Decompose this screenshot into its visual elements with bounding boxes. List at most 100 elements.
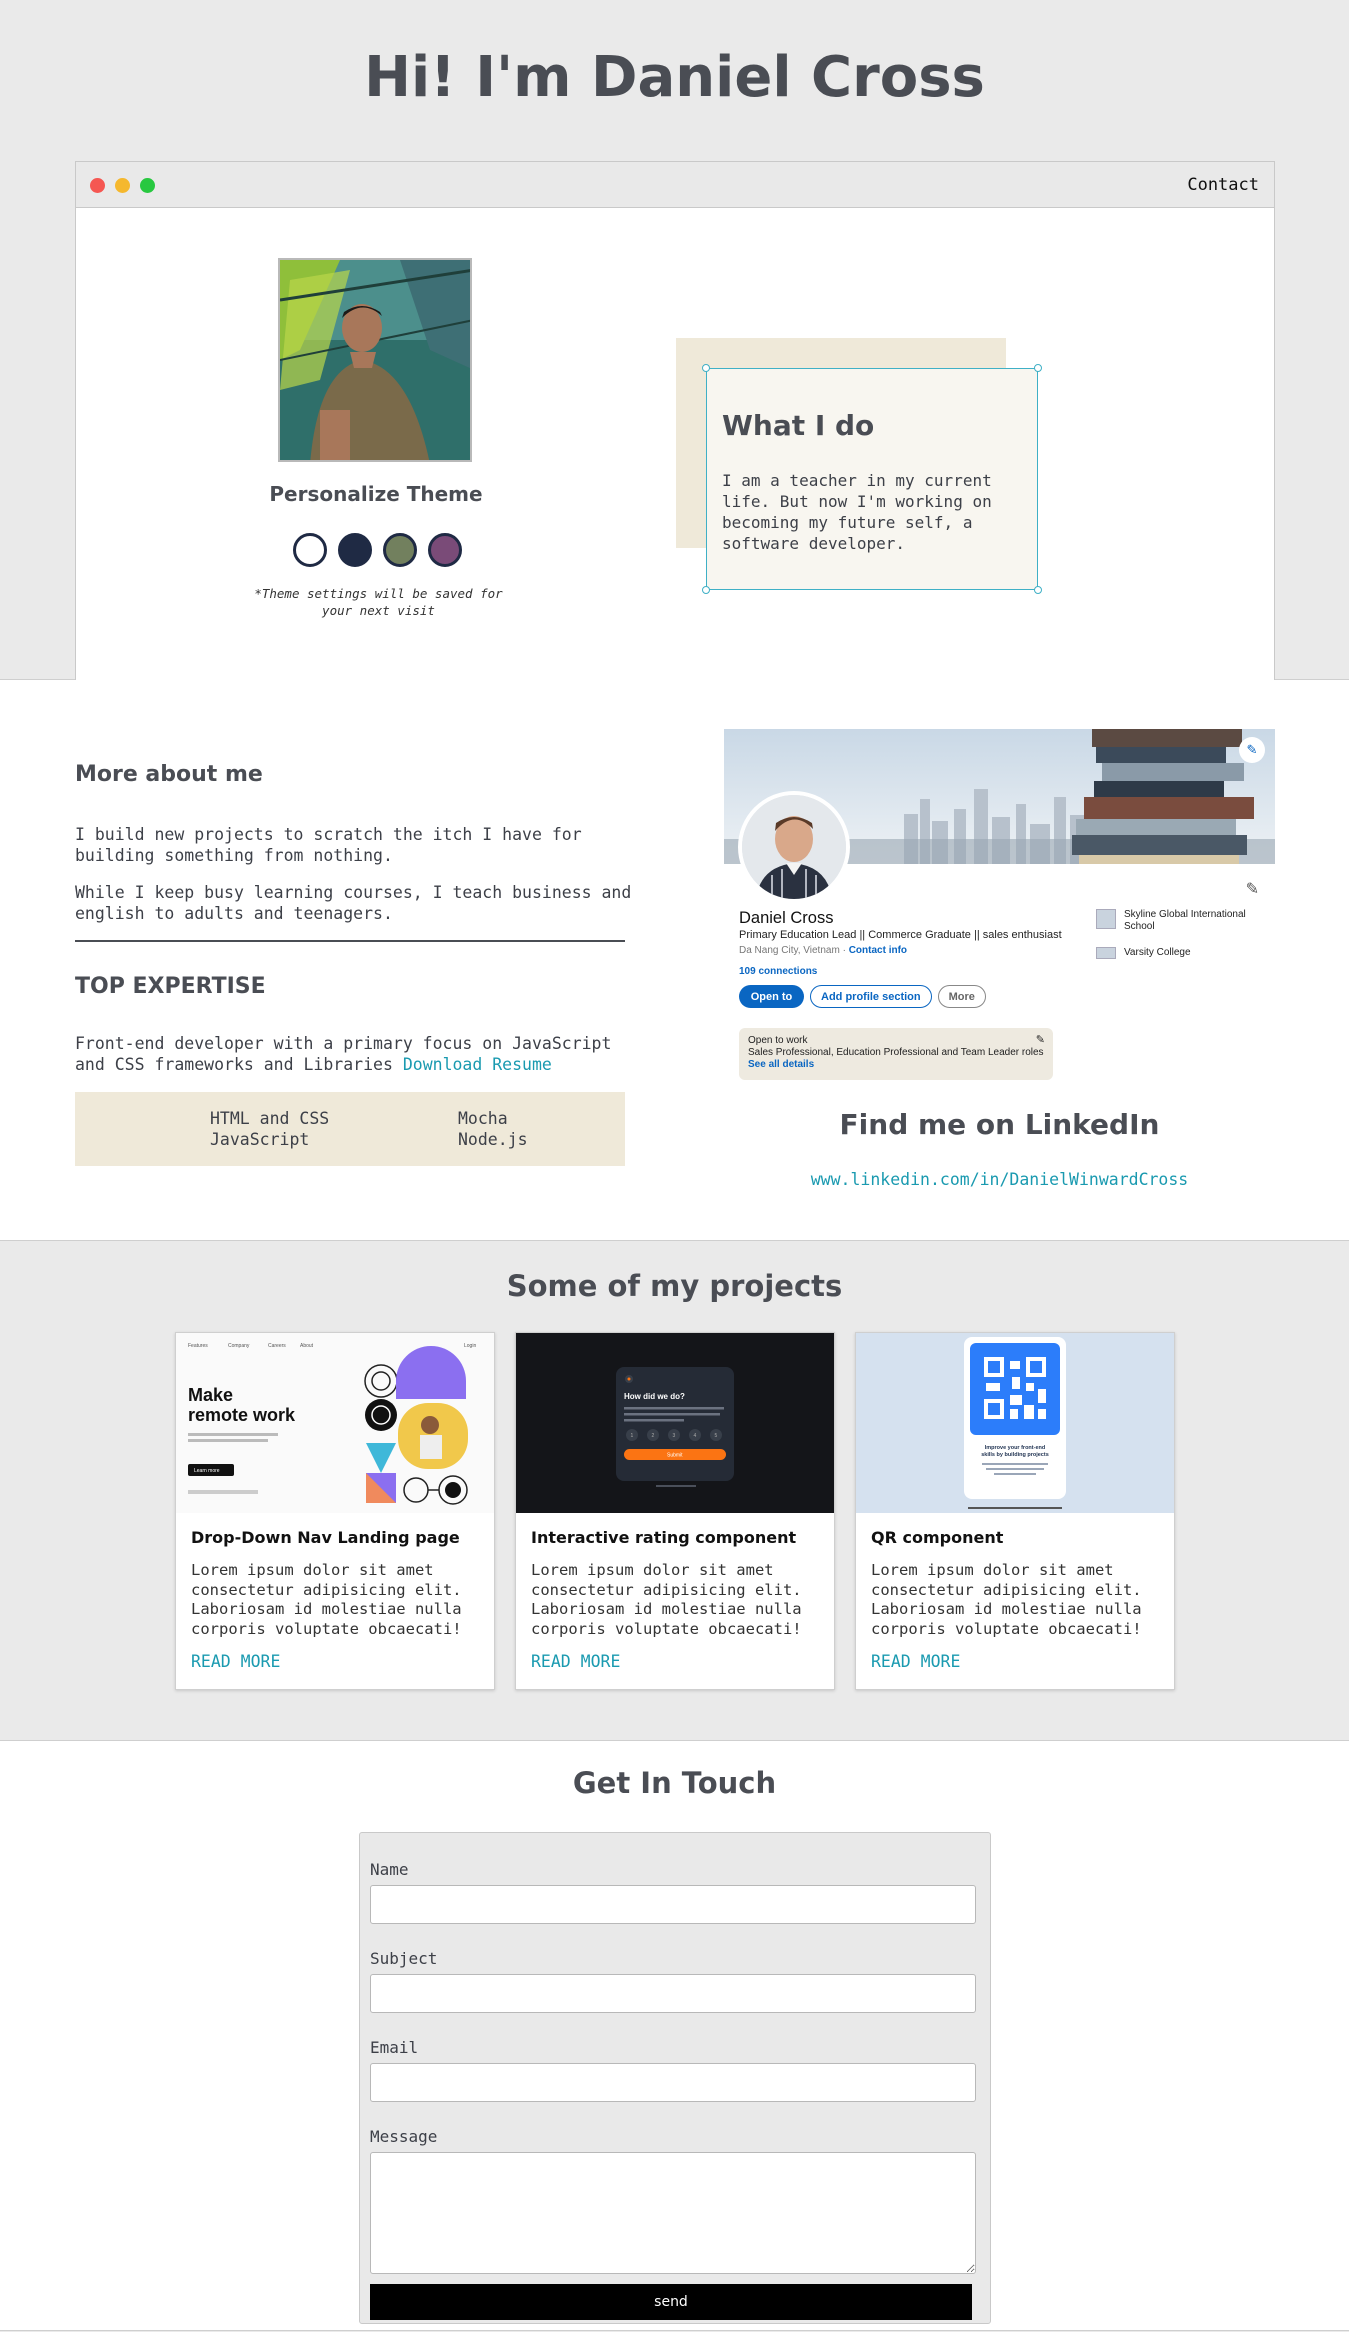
what-i-do-text: I am a teacher in my current life. But n… — [722, 471, 992, 553]
window-maximize-dot — [140, 178, 155, 193]
thumb-nav-item: About — [300, 1343, 314, 1349]
contact-title: Get In Touch — [572, 1766, 777, 1800]
linkedin-location-text: Da Nang City, Vietnam · — [739, 945, 849, 956]
thumb-rating: 3 — [673, 1433, 676, 1439]
theme-swatch-green[interactable] — [383, 533, 417, 567]
org-logo-icon — [1096, 909, 1116, 929]
expertise-title: TOP EXPERTISE — [75, 974, 266, 999]
about-paragraph: While I keep busy learning courses, I te… — [75, 883, 632, 923]
thumb-question: How did we do? — [624, 1392, 685, 1401]
skills-list: HTML and CSS JavaScript Mocha Node.js — [75, 1092, 625, 1166]
name-label: Name — [370, 1860, 409, 1879]
project-card: Improve your front-end skills by buildin… — [855, 1332, 1175, 1690]
name-field[interactable] — [370, 1885, 976, 1924]
project-title: QR component — [871, 1528, 1004, 1547]
personalize-theme-title: Personalize Theme — [269, 482, 483, 506]
project-description: Lorem ipsum dolor sit amet consectetur a… — [531, 1561, 802, 1638]
page-title: Hi! I'm Daniel Cross — [364, 45, 985, 110]
thumb-submit: Submit — [667, 1453, 683, 1459]
email-field[interactable] — [370, 2063, 976, 2102]
about-paragraph: I build new projects to scratch the itch… — [75, 825, 582, 865]
linkedin-org: Varsity College — [1096, 947, 1191, 959]
project-thumbnail[interactable]: Features Company Careers About Login Mak… — [176, 1333, 494, 1513]
resize-handle[interactable] — [1034, 586, 1042, 594]
thumb-headline: Make — [188, 1385, 233, 1405]
expertise-text: Front-end developer with a primary focus… — [75, 1033, 635, 1075]
skills-column: Mocha Node.js — [350, 1108, 625, 1166]
send-button[interactable]: send — [370, 2284, 972, 2320]
read-more-link[interactable]: READ MORE — [191, 1652, 494, 1671]
org-name: Skyline Global International School — [1124, 909, 1246, 932]
thumb-nav-item: Login — [464, 1343, 476, 1349]
theme-swatch-navy[interactable] — [338, 533, 372, 567]
open-to-button[interactable]: Open to — [739, 985, 804, 1008]
intro-section: Hi! I'm Daniel Cross Contact Personalize… — [0, 0, 1349, 680]
project-title: Interactive rating component — [531, 1528, 797, 1547]
linkedin-connections[interactable]: 109 connections — [739, 966, 817, 977]
skill-item: JavaScript — [210, 1130, 310, 1149]
skill-item: HTML and CSS — [210, 1109, 330, 1128]
resize-handle[interactable] — [702, 364, 710, 372]
thumb-rating: 4 — [694, 1433, 697, 1439]
thumb-rating: 5 — [715, 1433, 718, 1439]
window-close-dot — [90, 178, 105, 193]
read-more-link[interactable]: READ MORE — [531, 1652, 834, 1671]
thumb-nav-item: Careers — [268, 1343, 286, 1349]
divider — [75, 940, 625, 942]
pencil-icon[interactable]: ✎ — [1239, 737, 1265, 763]
linkedin-location: Da Nang City, Vietnam · Contact info — [739, 945, 907, 956]
linkedin-avatar — [738, 791, 850, 903]
thumb-headline: remote work — [188, 1405, 296, 1425]
thumb-nav-item: Features — [188, 1343, 208, 1349]
projects-section: Some of my projects Features Company Car… — [0, 1241, 1349, 1741]
browser-window-mockup: Contact Personalize Theme *Theme setting… — [75, 161, 1275, 680]
pencil-icon[interactable]: ✎ — [1036, 1034, 1045, 1046]
linkedin-action-buttons: Open to Add profile section More — [739, 985, 986, 1008]
read-more-link[interactable]: READ MORE — [871, 1652, 1174, 1671]
linkedin-profile-link[interactable]: www.linkedin.com/in/DanielWinwardCross — [724, 1170, 1275, 1189]
theme-swatch-purple[interactable] — [428, 533, 462, 567]
project-description: Lorem ipsum dolor sit amet consectetur a… — [191, 1561, 462, 1638]
resize-handle[interactable] — [1034, 364, 1042, 372]
about-section: More about me I build new projects to sc… — [0, 680, 1349, 1241]
thumb-button-label: Learn more — [194, 1468, 220, 1474]
resize-handle[interactable] — [702, 586, 710, 594]
subject-field[interactable] — [370, 1974, 976, 2013]
contact-nav-link[interactable]: Contact — [1187, 175, 1259, 195]
message-field[interactable] — [370, 2152, 976, 2274]
project-card: Features Company Careers About Login Mak… — [175, 1332, 495, 1690]
add-profile-section-button[interactable]: Add profile section — [810, 985, 932, 1008]
theme-note: *Theme settings will be saved for your n… — [254, 586, 503, 618]
projects-title: Some of my projects — [506, 1269, 843, 1303]
linkedin-profile-screenshot: ✎ ✎ Daniel Cross Primary Education Lead … — [724, 729, 1275, 1081]
org-name: Varsity College — [1124, 947, 1191, 958]
contact-section: Get In Touch Name Subject Email Message … — [0, 1741, 1349, 2331]
org-logo-icon — [1096, 947, 1116, 959]
subject-label: Subject — [370, 1949, 438, 1968]
profile-photo — [278, 258, 472, 462]
project-card: How did we do? 1 2 3 4 5 Submit Interact… — [515, 1332, 835, 1690]
message-label: Message — [370, 2127, 438, 2146]
project-title: Drop-Down Nav Landing page — [191, 1528, 460, 1547]
thumb-caption: skills by building projects — [981, 1452, 1049, 1458]
project-description: Lorem ipsum dolor sit amet consectetur a… — [871, 1561, 1142, 1638]
project-thumbnail[interactable]: How did we do? 1 2 3 4 5 Submit — [516, 1333, 834, 1513]
more-button[interactable]: More — [937, 985, 986, 1008]
theme-swatch-light[interactable] — [293, 533, 327, 567]
contact-form: Name Subject Email Message send — [359, 1832, 991, 2324]
thumb-rating: 1 — [631, 1433, 634, 1439]
thumb-caption: Improve your front-end — [985, 1445, 1046, 1451]
linkedin-section-title: Find me on LinkedIn — [839, 1108, 1160, 1141]
see-all-details-link[interactable]: See all details — [748, 1059, 1044, 1071]
what-i-do-title: What I do — [722, 409, 875, 442]
pencil-icon[interactable]: ✎ — [1246, 879, 1259, 899]
linkedin-contact-info-link[interactable]: Contact info — [849, 945, 907, 956]
skills-column: HTML and CSS JavaScript — [75, 1108, 350, 1166]
thumb-nav-item: Company — [228, 1343, 250, 1349]
project-thumbnail[interactable]: Improve your front-end skills by buildin… — [856, 1333, 1174, 1513]
what-i-do-card: What I do I am a teacher in my current l… — [702, 364, 1042, 594]
thumb-rating: 2 — [652, 1433, 655, 1439]
linkedin-org: Skyline Global International School — [1096, 909, 1266, 933]
download-resume-link[interactable]: Download Resume — [403, 1055, 552, 1074]
about-title: More about me — [75, 762, 263, 787]
